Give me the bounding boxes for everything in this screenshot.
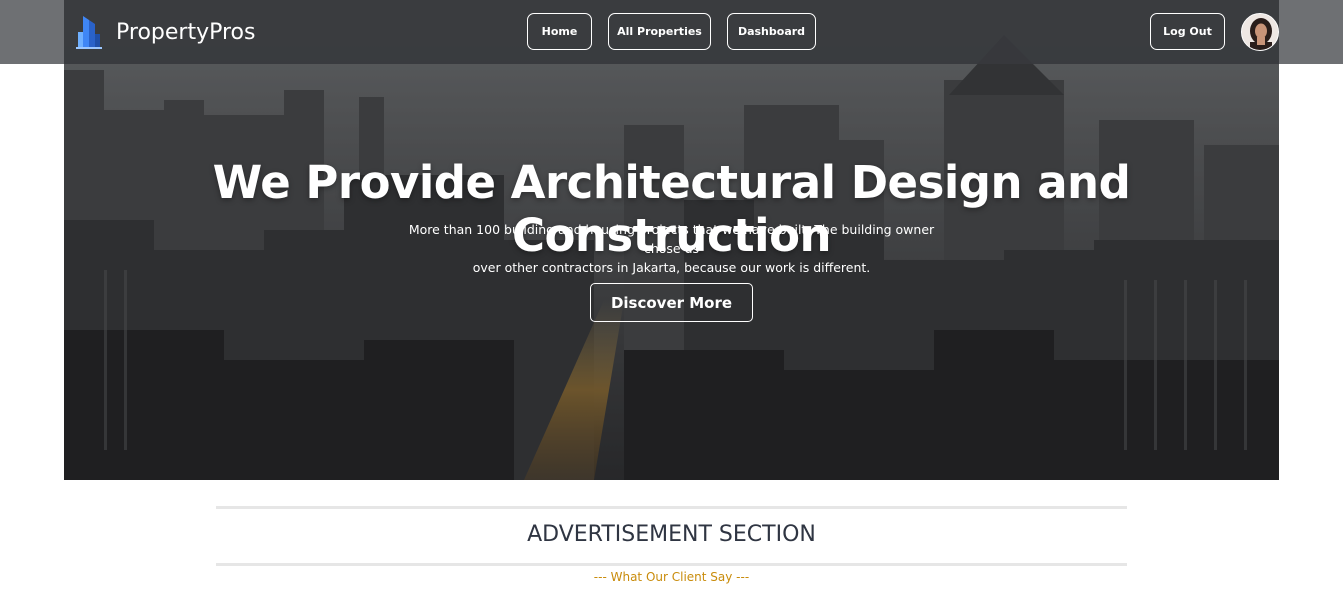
brand-name: PropertyPros bbox=[116, 19, 256, 45]
logout-button[interactable]: Log Out bbox=[1150, 13, 1225, 50]
hero-banner: We Provide Architectural Design and Cons… bbox=[64, 0, 1279, 480]
building-logo-icon bbox=[76, 16, 102, 49]
advertisement-section-title: ADVERTISEMENT SECTION bbox=[527, 522, 816, 547]
nav-dashboard-button[interactable]: Dashboard bbox=[727, 13, 816, 50]
discover-more-button[interactable]: Discover More bbox=[590, 283, 753, 322]
hero-subtitle-line-2: over other contractors in Jakarta, becau… bbox=[472, 260, 871, 275]
hero-subtitle-line-1: More than 100 building and housing proje… bbox=[408, 222, 935, 256]
client-say-subtitle: --- What Our Client Say --- bbox=[593, 570, 750, 584]
section-divider-top bbox=[216, 506, 1127, 509]
top-navbar: PropertyPros Home All Properties Dashboa… bbox=[0, 0, 1343, 64]
nav-home-button[interactable]: Home bbox=[527, 13, 592, 50]
brand-link[interactable]: PropertyPros bbox=[74, 12, 255, 52]
section-divider-bottom bbox=[216, 563, 1127, 566]
page: We Provide Architectural Design and Cons… bbox=[0, 0, 1343, 598]
nav-all-properties-button[interactable]: All Properties bbox=[608, 13, 711, 50]
hero-subtitle: More than 100 building and housing proje… bbox=[394, 220, 949, 277]
user-avatar[interactable] bbox=[1241, 13, 1279, 51]
